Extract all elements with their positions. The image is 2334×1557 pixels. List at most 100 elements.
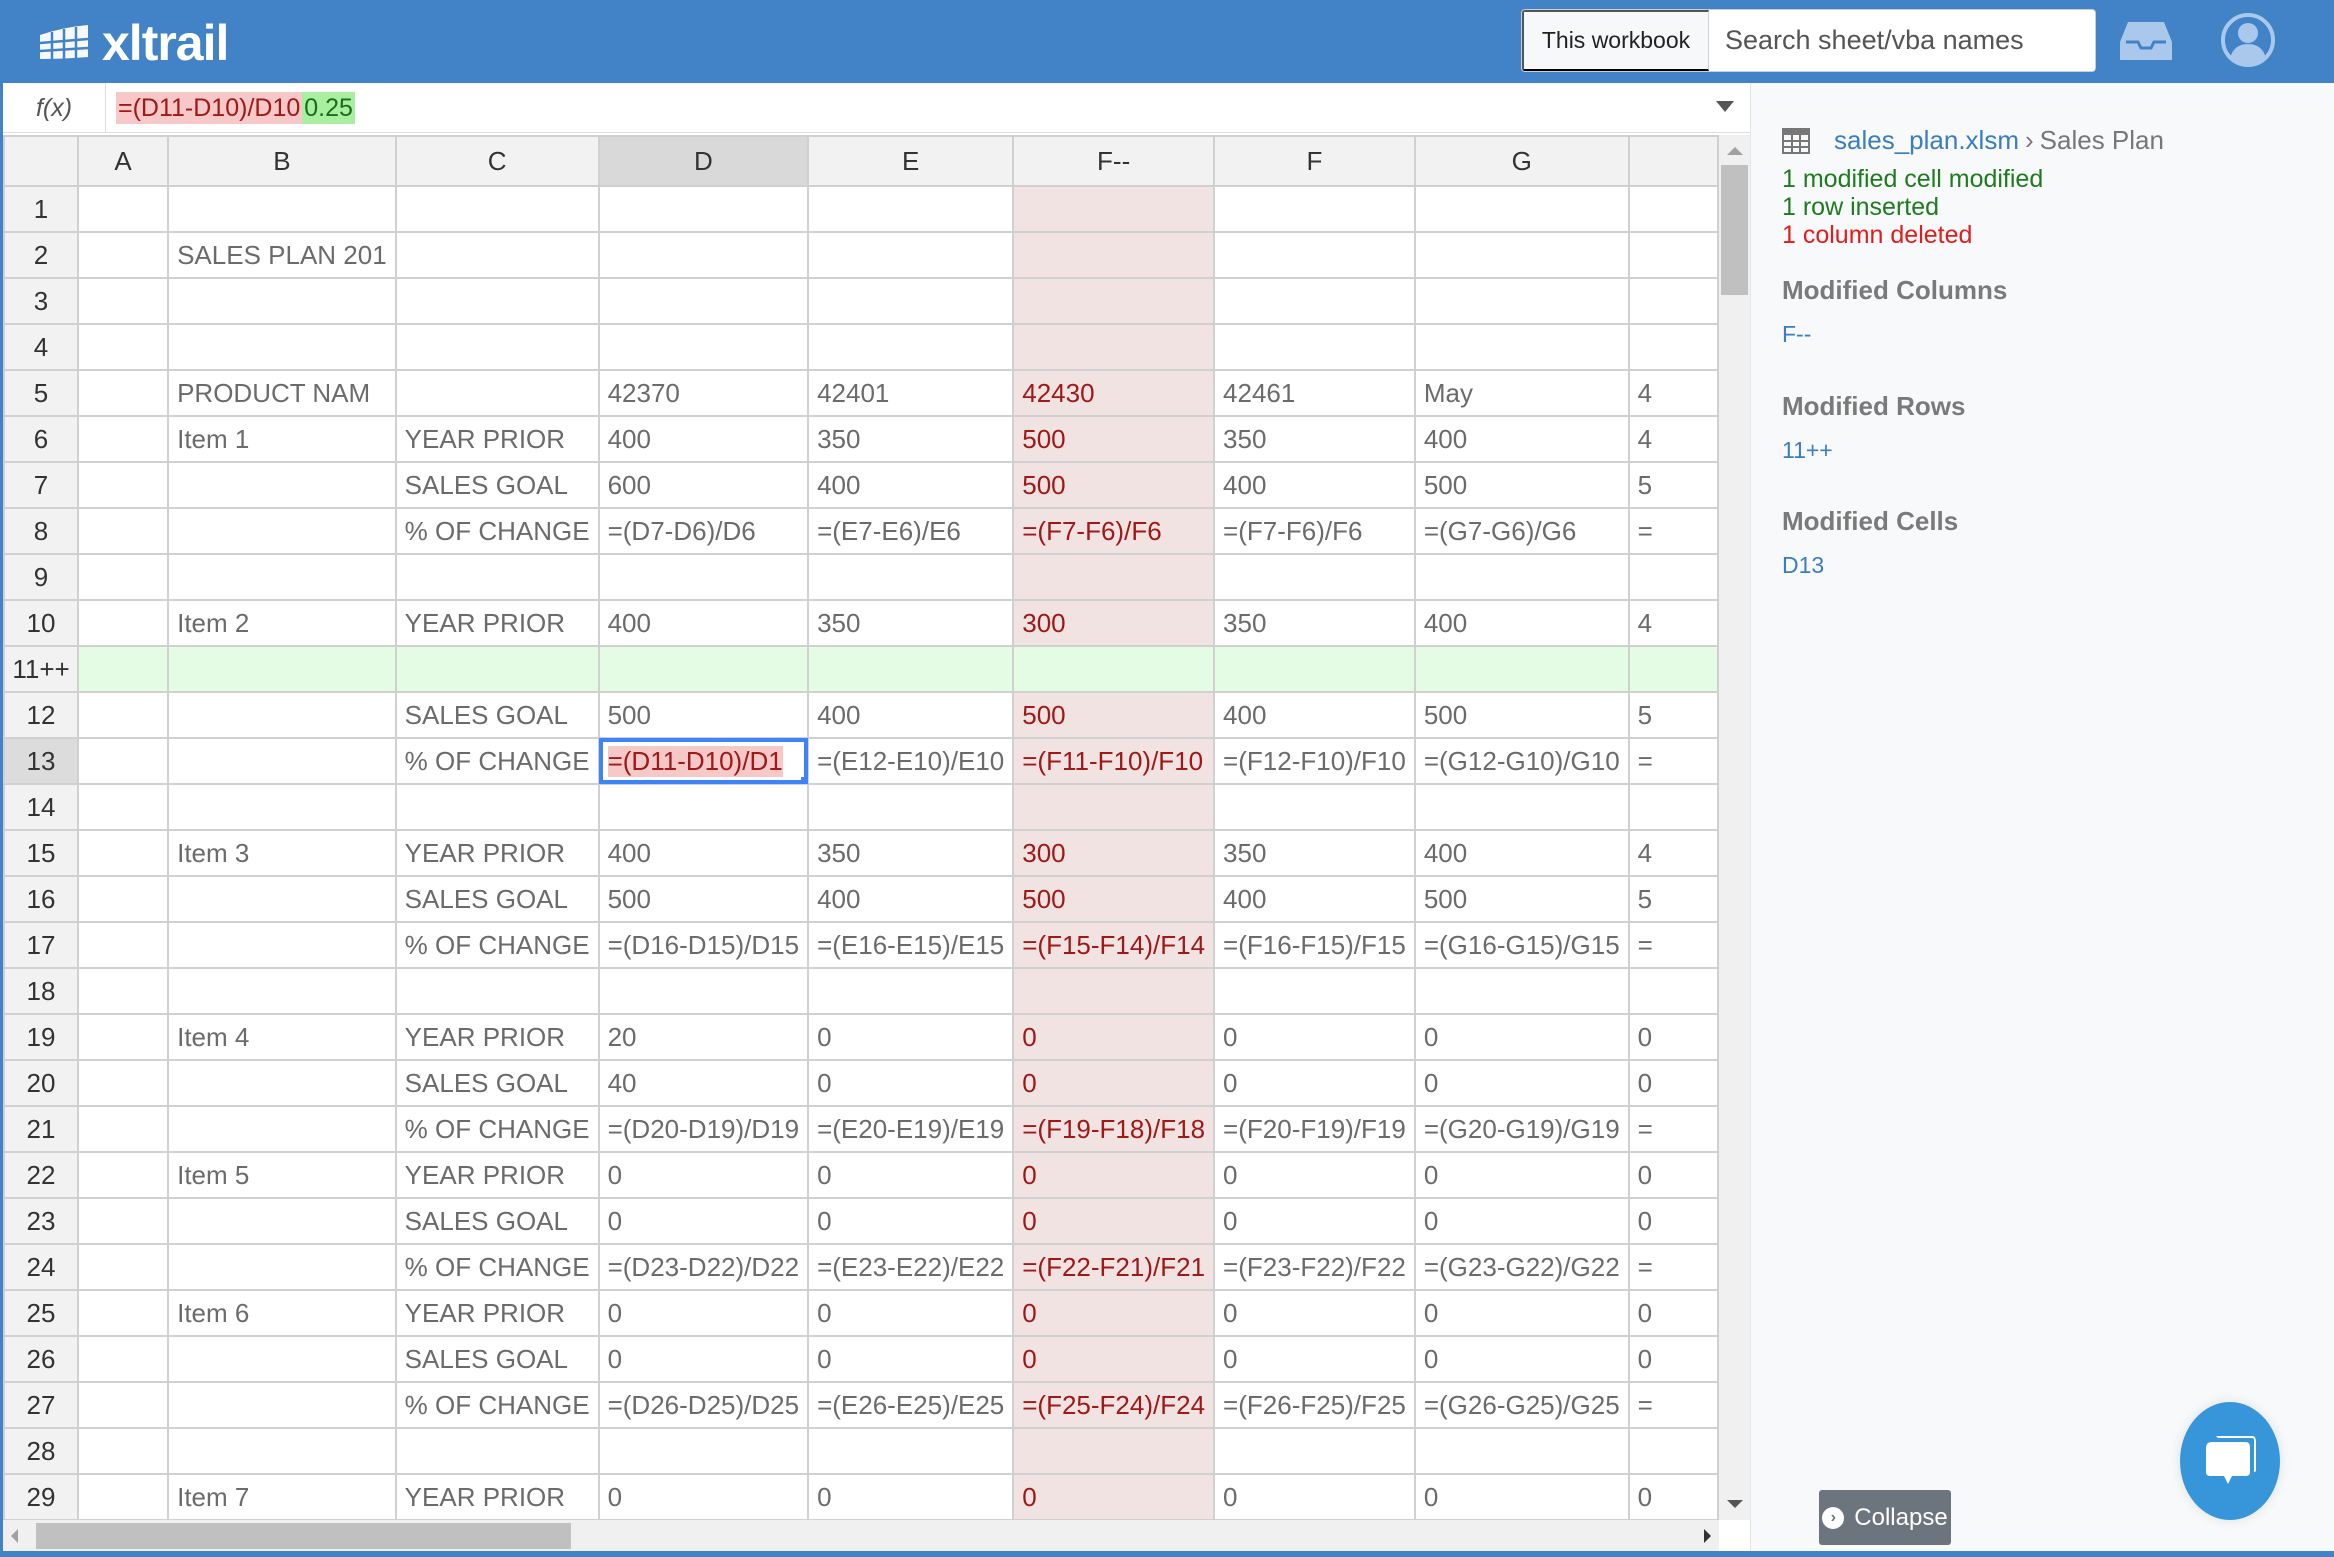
grid-cell[interactable]	[597, 645, 810, 693]
grid-cell[interactable]: 0	[1627, 1197, 1719, 1245]
deleted-column-cell[interactable]: 0	[1012, 1473, 1216, 1520]
grid-cell[interactable]: 400	[807, 461, 1015, 509]
grid-cell[interactable]: 350	[807, 599, 1015, 647]
deleted-column-cell[interactable]: 300	[1012, 829, 1216, 877]
row-header[interactable]: 25	[3, 1289, 80, 1337]
deleted-column-cell[interactable]	[1012, 277, 1216, 325]
grid-cell[interactable]: PRODUCT NAM	[167, 369, 397, 417]
grid-cell[interactable]	[1413, 967, 1630, 1015]
grid-cell[interactable]	[807, 323, 1015, 371]
grid-cell[interactable]: 0	[1627, 1013, 1719, 1061]
formula-diff[interactable]: =(D11-D10)/D10 0.25	[116, 92, 355, 124]
grid-cell[interactable]	[77, 645, 170, 693]
grid-cell[interactable]	[1413, 1427, 1630, 1475]
grid-cell[interactable]	[77, 1151, 170, 1199]
grid-cell[interactable]	[167, 875, 397, 923]
deleted-column-cell[interactable]: =(F15-F14)/F14	[1012, 921, 1216, 969]
grid-cell[interactable]	[807, 231, 1015, 279]
row-header[interactable]: 9	[3, 553, 80, 601]
grid-cell[interactable]	[597, 323, 810, 371]
grid-cell[interactable]	[77, 1197, 170, 1245]
deleted-column-cell[interactable]: =(F22-F21)/F21	[1012, 1243, 1216, 1291]
grid-cell[interactable]: SALES GOAL	[394, 1335, 600, 1383]
grid-cell[interactable]	[77, 1105, 170, 1153]
column-header[interactable]: C	[394, 135, 600, 187]
grid-cell[interactable]	[394, 323, 600, 371]
grid-cell[interactable]	[77, 1381, 170, 1429]
grid-cell[interactable]: =	[1627, 507, 1719, 555]
scroll-up-icon[interactable]	[1727, 147, 1743, 155]
grid-cell[interactable]	[167, 461, 397, 509]
grid-cell[interactable]	[167, 921, 397, 969]
grid-cell[interactable]	[167, 967, 397, 1015]
deleted-column-cell[interactable]	[1012, 231, 1216, 279]
grid-cell[interactable]	[77, 553, 170, 601]
grid-cell[interactable]: 42370	[597, 369, 810, 417]
grid-cell[interactable]	[1213, 185, 1416, 233]
deleted-column-cell[interactable]	[1012, 645, 1216, 693]
grid-cell[interactable]: 42461	[1213, 369, 1416, 417]
grid-cell[interactable]: % OF CHANGE	[394, 507, 600, 555]
grid-cell[interactable]: 0	[1627, 1059, 1719, 1107]
grid-cell[interactable]: SALES GOAL	[394, 875, 600, 923]
grid-cell[interactable]	[1627, 783, 1719, 831]
grid-cell[interactable]	[597, 185, 810, 233]
grid-cell[interactable]: 0	[1413, 1013, 1630, 1061]
grid-cell[interactable]: =(F12-F10)/F10	[1213, 737, 1416, 785]
grid-cell[interactable]	[167, 507, 397, 555]
grid-cell[interactable]: % OF CHANGE	[394, 737, 600, 785]
grid-cell[interactable]	[77, 967, 170, 1015]
grid-cell[interactable]: YEAR PRIOR	[394, 1151, 600, 1199]
grid-cell[interactable]: 400	[597, 599, 810, 647]
grid-cell[interactable]	[1627, 323, 1719, 371]
modified-cell-link[interactable]: D13	[1782, 552, 1824, 579]
grid-cell[interactable]	[77, 1473, 170, 1520]
grid-cell[interactable]: =(E20-E19)/E19	[807, 1105, 1015, 1153]
grid-cell[interactable]	[394, 1427, 600, 1475]
deleted-column-cell[interactable]: 0	[1012, 1197, 1216, 1245]
row-header[interactable]: 14	[3, 783, 80, 831]
breadcrumb-file-link[interactable]: sales_plan.xlsm	[1834, 125, 2019, 156]
fill-handle[interactable]	[801, 777, 807, 782]
grid-cell[interactable]: 0	[1213, 1013, 1416, 1061]
deleted-column-cell[interactable]: =(F11-F10)/F10	[1012, 737, 1216, 785]
grid-cell[interactable]	[77, 1243, 170, 1291]
grid-cell[interactable]: 5	[1627, 691, 1719, 739]
row-header[interactable]: 23	[3, 1197, 80, 1245]
grid-cell[interactable]	[1627, 553, 1719, 601]
row-header[interactable]: 26	[3, 1335, 80, 1383]
row-header[interactable]: 21	[3, 1105, 80, 1153]
row-header[interactable]: 18	[3, 967, 80, 1015]
grid-cell[interactable]	[1213, 783, 1416, 831]
grid-cell[interactable]	[1413, 783, 1630, 831]
column-header[interactable]: F	[1213, 135, 1416, 187]
grid-cell[interactable]: 0	[1213, 1151, 1416, 1199]
grid-cell[interactable]: 20	[597, 1013, 810, 1061]
grid-cell[interactable]: Item 3	[167, 829, 397, 877]
grid-cell[interactable]: 0	[807, 1013, 1015, 1061]
grid-cell[interactable]	[394, 277, 600, 325]
grid-cell[interactable]: 0	[807, 1059, 1015, 1107]
horizontal-scrollbar[interactable]	[3, 1520, 1719, 1552]
grid-cell[interactable]: =(G20-G19)/G19	[1413, 1105, 1630, 1153]
grid-cell[interactable]: 0	[1627, 1335, 1719, 1383]
vertical-scrollbar[interactable]	[1719, 135, 1750, 1520]
deleted-column-cell[interactable]: 500	[1012, 415, 1216, 463]
row-header[interactable]: 24	[3, 1243, 80, 1291]
grid-cell[interactable]	[167, 553, 397, 601]
grid-cell[interactable]: % OF CHANGE	[394, 1105, 600, 1153]
grid-cell[interactable]	[77, 921, 170, 969]
grid-cell[interactable]	[77, 507, 170, 555]
grid-cell[interactable]: 4	[1627, 599, 1719, 647]
grid-cell[interactable]	[807, 1427, 1015, 1475]
row-header[interactable]: 11++	[3, 645, 80, 693]
grid-cell[interactable]	[1213, 277, 1416, 325]
grid-cell[interactable]: 42401	[807, 369, 1015, 417]
deleted-column-cell[interactable]	[1012, 1427, 1216, 1475]
row-header[interactable]: 27	[3, 1381, 80, 1429]
grid-cell[interactable]	[77, 461, 170, 509]
grid-cell[interactable]: =(D26-D25)/D25	[597, 1381, 810, 1429]
grid-cell[interactable]	[167, 277, 397, 325]
grid-cell[interactable]: =(E7-E6)/E6	[807, 507, 1015, 555]
grid-cell[interactable]: May	[1413, 369, 1630, 417]
